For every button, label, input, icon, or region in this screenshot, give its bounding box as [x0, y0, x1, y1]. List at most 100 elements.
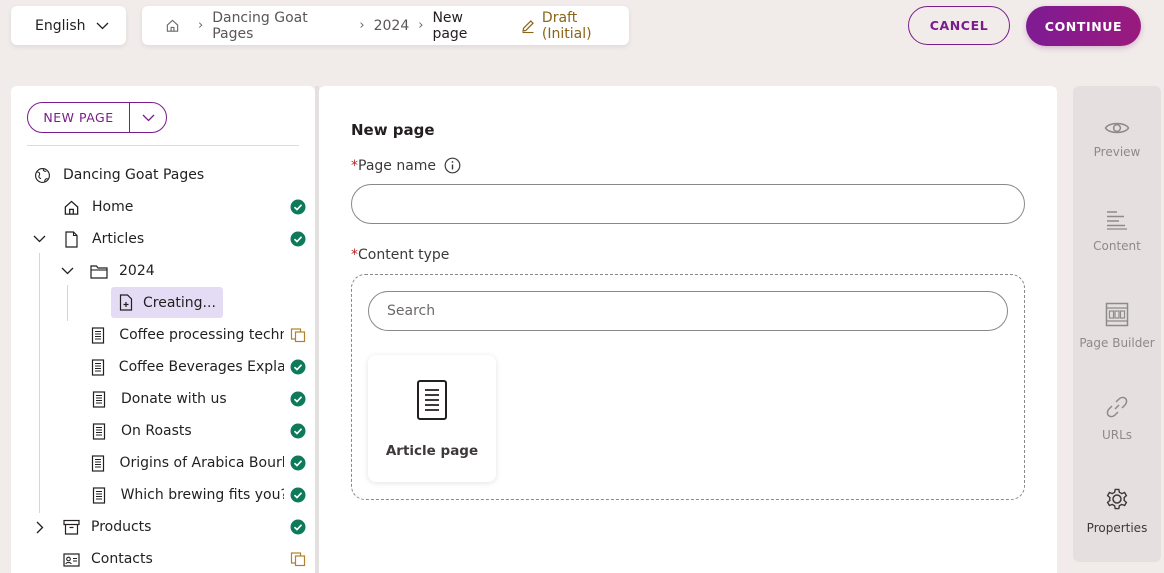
tree-item-origins-of-arabica[interactable]: Origins of Arabica Bourbo [90, 450, 284, 476]
tree-item-label: Dancing Goat Pages [63, 167, 205, 183]
new-page-dropdown-button[interactable] [130, 103, 166, 132]
content-type-label: *Content type [351, 247, 449, 263]
rail-item-label: Preview [1093, 145, 1141, 159]
chevron-down-icon[interactable] [60, 264, 74, 278]
tree-guide-line [67, 285, 68, 321]
rail-item-label: Properties [1086, 521, 1148, 535]
tree-item-label: Coffee processing techniq [119, 327, 284, 343]
article-icon [90, 326, 106, 344]
breadcrumb-separator-icon: › [359, 18, 365, 33]
form-title: New page [351, 121, 435, 139]
content-type-picker: Article page [351, 274, 1025, 500]
rail-item-label: URLs [1101, 428, 1133, 442]
article-icon [90, 454, 106, 472]
chevron-down-icon[interactable] [32, 232, 46, 246]
published-status-icon [290, 519, 306, 535]
content-type-card-article-page[interactable]: Article page [368, 355, 496, 482]
published-status-icon [290, 487, 306, 503]
page-builder-icon [1105, 302, 1129, 327]
content-icon [1105, 210, 1129, 230]
language-selector[interactable]: English [11, 6, 126, 45]
tree-item-creating[interactable]: Creating... [111, 287, 223, 318]
page-icon [62, 230, 80, 248]
tree-item-label: Origins of Arabica Bourbo [119, 455, 284, 471]
folder-icon [90, 262, 108, 280]
breadcrumb: › Dancing Goat Pages › 2024 › New page D… [142, 6, 629, 45]
link-icon [1105, 395, 1129, 419]
status-badge: Draft (Initial) [520, 10, 629, 42]
tree-item-which-brewing[interactable]: Which brewing fits you? [90, 482, 284, 508]
divider [27, 145, 299, 146]
published-status-icon [290, 199, 306, 215]
required-mark: * [351, 247, 358, 263]
draft-status-icon [290, 327, 306, 343]
tree-item-label: Coffee Beverages Explaine [118, 359, 284, 375]
page-name-input[interactable] [351, 184, 1025, 224]
right-rail: Preview Content Page Builder URLs Proper… [1073, 86, 1161, 562]
content-type-card-label: Article page [385, 443, 479, 459]
published-status-icon [290, 391, 306, 407]
breadcrumb-item-current: New page [432, 9, 468, 42]
tree-item-dancing-goat-pages[interactable]: Dancing Goat Pages [33, 162, 204, 188]
rail-item-preview[interactable]: Preview [1073, 120, 1161, 159]
tree-item-label: Which brewing fits you? [120, 487, 284, 503]
tree-item-label: Products [91, 519, 152, 535]
new-page-icon [119, 294, 133, 311]
cancel-button[interactable]: CANCEL [908, 6, 1010, 45]
language-label: English [35, 17, 86, 34]
rail-item-label: Page Builder [1079, 336, 1155, 350]
home-icon[interactable] [165, 18, 180, 33]
content-type-label-text: Content type [358, 247, 450, 263]
breadcrumb-separator-icon: › [198, 18, 204, 33]
required-mark: * [351, 157, 358, 174]
tree-item-home[interactable]: Home [62, 194, 133, 220]
breadcrumb-item-folder[interactable]: 2024 [374, 18, 410, 34]
article-page-icon [416, 379, 448, 421]
content-tree-panel: NEW PAGE Dancing Goat Pages Home Article… [11, 86, 315, 573]
page-name-label: *Page name [351, 157, 461, 174]
tree-item-articles[interactable]: Articles [62, 226, 144, 252]
tree-item-on-roasts[interactable]: On Roasts [90, 418, 284, 444]
chevron-right-icon[interactable] [33, 520, 47, 534]
chevron-down-icon [96, 22, 109, 30]
breadcrumb-item-root[interactable]: Dancing Goat Pages [212, 10, 350, 42]
new-page-button[interactable]: NEW PAGE [28, 103, 130, 132]
article-icon [90, 358, 106, 376]
tree-item-label: Contacts [91, 551, 153, 567]
home-icon [62, 198, 80, 216]
breadcrumb-separator-icon: › [418, 18, 424, 33]
tree-item-donate-with-us[interactable]: Donate with us [90, 386, 284, 412]
info-icon[interactable] [444, 157, 461, 174]
tree-item-products[interactable]: Products [62, 514, 151, 540]
pencil-icon [520, 18, 536, 34]
published-status-icon [290, 455, 306, 471]
rail-item-label: Content [1093, 239, 1141, 253]
new-page-form: New page *Page name *Content type Articl… [319, 86, 1057, 573]
tree-item-label: Donate with us [121, 391, 227, 407]
article-icon [90, 390, 108, 408]
page-name-label-text: Page name [358, 157, 437, 174]
draft-status-icon [290, 551, 306, 567]
eye-icon [1104, 120, 1130, 136]
published-status-icon [290, 231, 306, 247]
contacts-icon [62, 550, 80, 568]
rail-item-page-builder[interactable]: Page Builder [1073, 302, 1161, 350]
tree-item-coffee-beverages[interactable]: Coffee Beverages Explaine [90, 354, 284, 380]
content-type-search-input[interactable] [368, 291, 1008, 331]
rail-item-properties[interactable]: Properties [1073, 486, 1161, 535]
tree-item-label: Creating... [143, 294, 216, 311]
article-icon [90, 422, 108, 440]
continue-button[interactable]: CONTINUE [1026, 6, 1141, 46]
chevron-down-icon [142, 114, 155, 122]
rail-item-content[interactable]: Content [1073, 210, 1161, 253]
tree-item-label: Articles [92, 231, 145, 247]
rail-item-urls[interactable]: URLs [1073, 395, 1161, 442]
tree-item-label: 2024 [119, 263, 155, 279]
tree-item-contacts[interactable]: Contacts [62, 546, 153, 572]
tree-item-2024[interactable]: 2024 [90, 258, 155, 284]
published-status-icon [290, 423, 306, 439]
published-status-icon [290, 359, 306, 375]
archive-icon [62, 518, 80, 536]
tree-item-coffee-processing[interactable]: Coffee processing techniq [90, 322, 284, 348]
tree-item-label: On Roasts [121, 423, 192, 439]
